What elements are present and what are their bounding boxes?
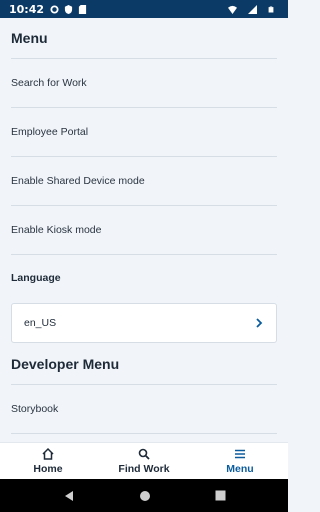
status-bar: 10:42 [0,0,288,18]
back-icon[interactable] [63,490,75,502]
page-title: Menu [11,30,48,46]
wifi-icon [228,5,237,14]
bottom-nav: Home Find Work Menu [0,442,288,479]
status-time: 10:42 [9,2,45,16]
nav-home[interactable]: Home [0,443,96,479]
menu-item-search-for-work[interactable]: Search for Work [11,59,277,108]
nav-find-work-label: Find Work [118,463,170,475]
menu-icon [235,449,245,459]
signal-icon [248,4,257,14]
menu-item-label: Search for Work [11,77,87,89]
language-label: Language [11,272,61,284]
menu-item-label: Enable Kiosk mode [11,224,102,236]
sd-card-icon [78,4,87,14]
gear-icon [50,4,59,14]
menu-item-label: Employee Portal [11,126,89,138]
nav-menu-label: Menu [226,463,254,475]
recents-icon[interactable] [215,490,226,501]
home-icon [42,447,54,460]
shield-icon [64,4,73,14]
home-circle-icon[interactable] [139,490,151,502]
menu-item-storybook[interactable]: Storybook [11,385,277,434]
menu-item-label: Enable Shared Device mode [11,175,145,187]
developer-menu-title: Developer Menu [11,356,120,372]
search-icon [138,448,150,460]
nav-menu[interactable]: Menu [192,443,288,479]
menu-item-employee-portal[interactable]: Employee Portal [11,108,277,157]
language-value: en_US [24,317,57,329]
chevron-right-icon [256,318,263,328]
menu-item-shared-device-mode[interactable]: Enable Shared Device mode [11,157,277,206]
menu-item-label: Storybook [11,403,59,415]
nav-home-label: Home [33,463,63,475]
system-nav-bar [0,479,288,512]
battery-icon [268,6,274,12]
menu-item-kiosk-mode[interactable]: Enable Kiosk mode [11,206,277,255]
nav-find-work[interactable]: Find Work [96,443,192,479]
language-select[interactable]: en_US [11,303,277,343]
menu-content[interactable]: Menu Search for Work Employee Portal Ena… [0,18,288,442]
